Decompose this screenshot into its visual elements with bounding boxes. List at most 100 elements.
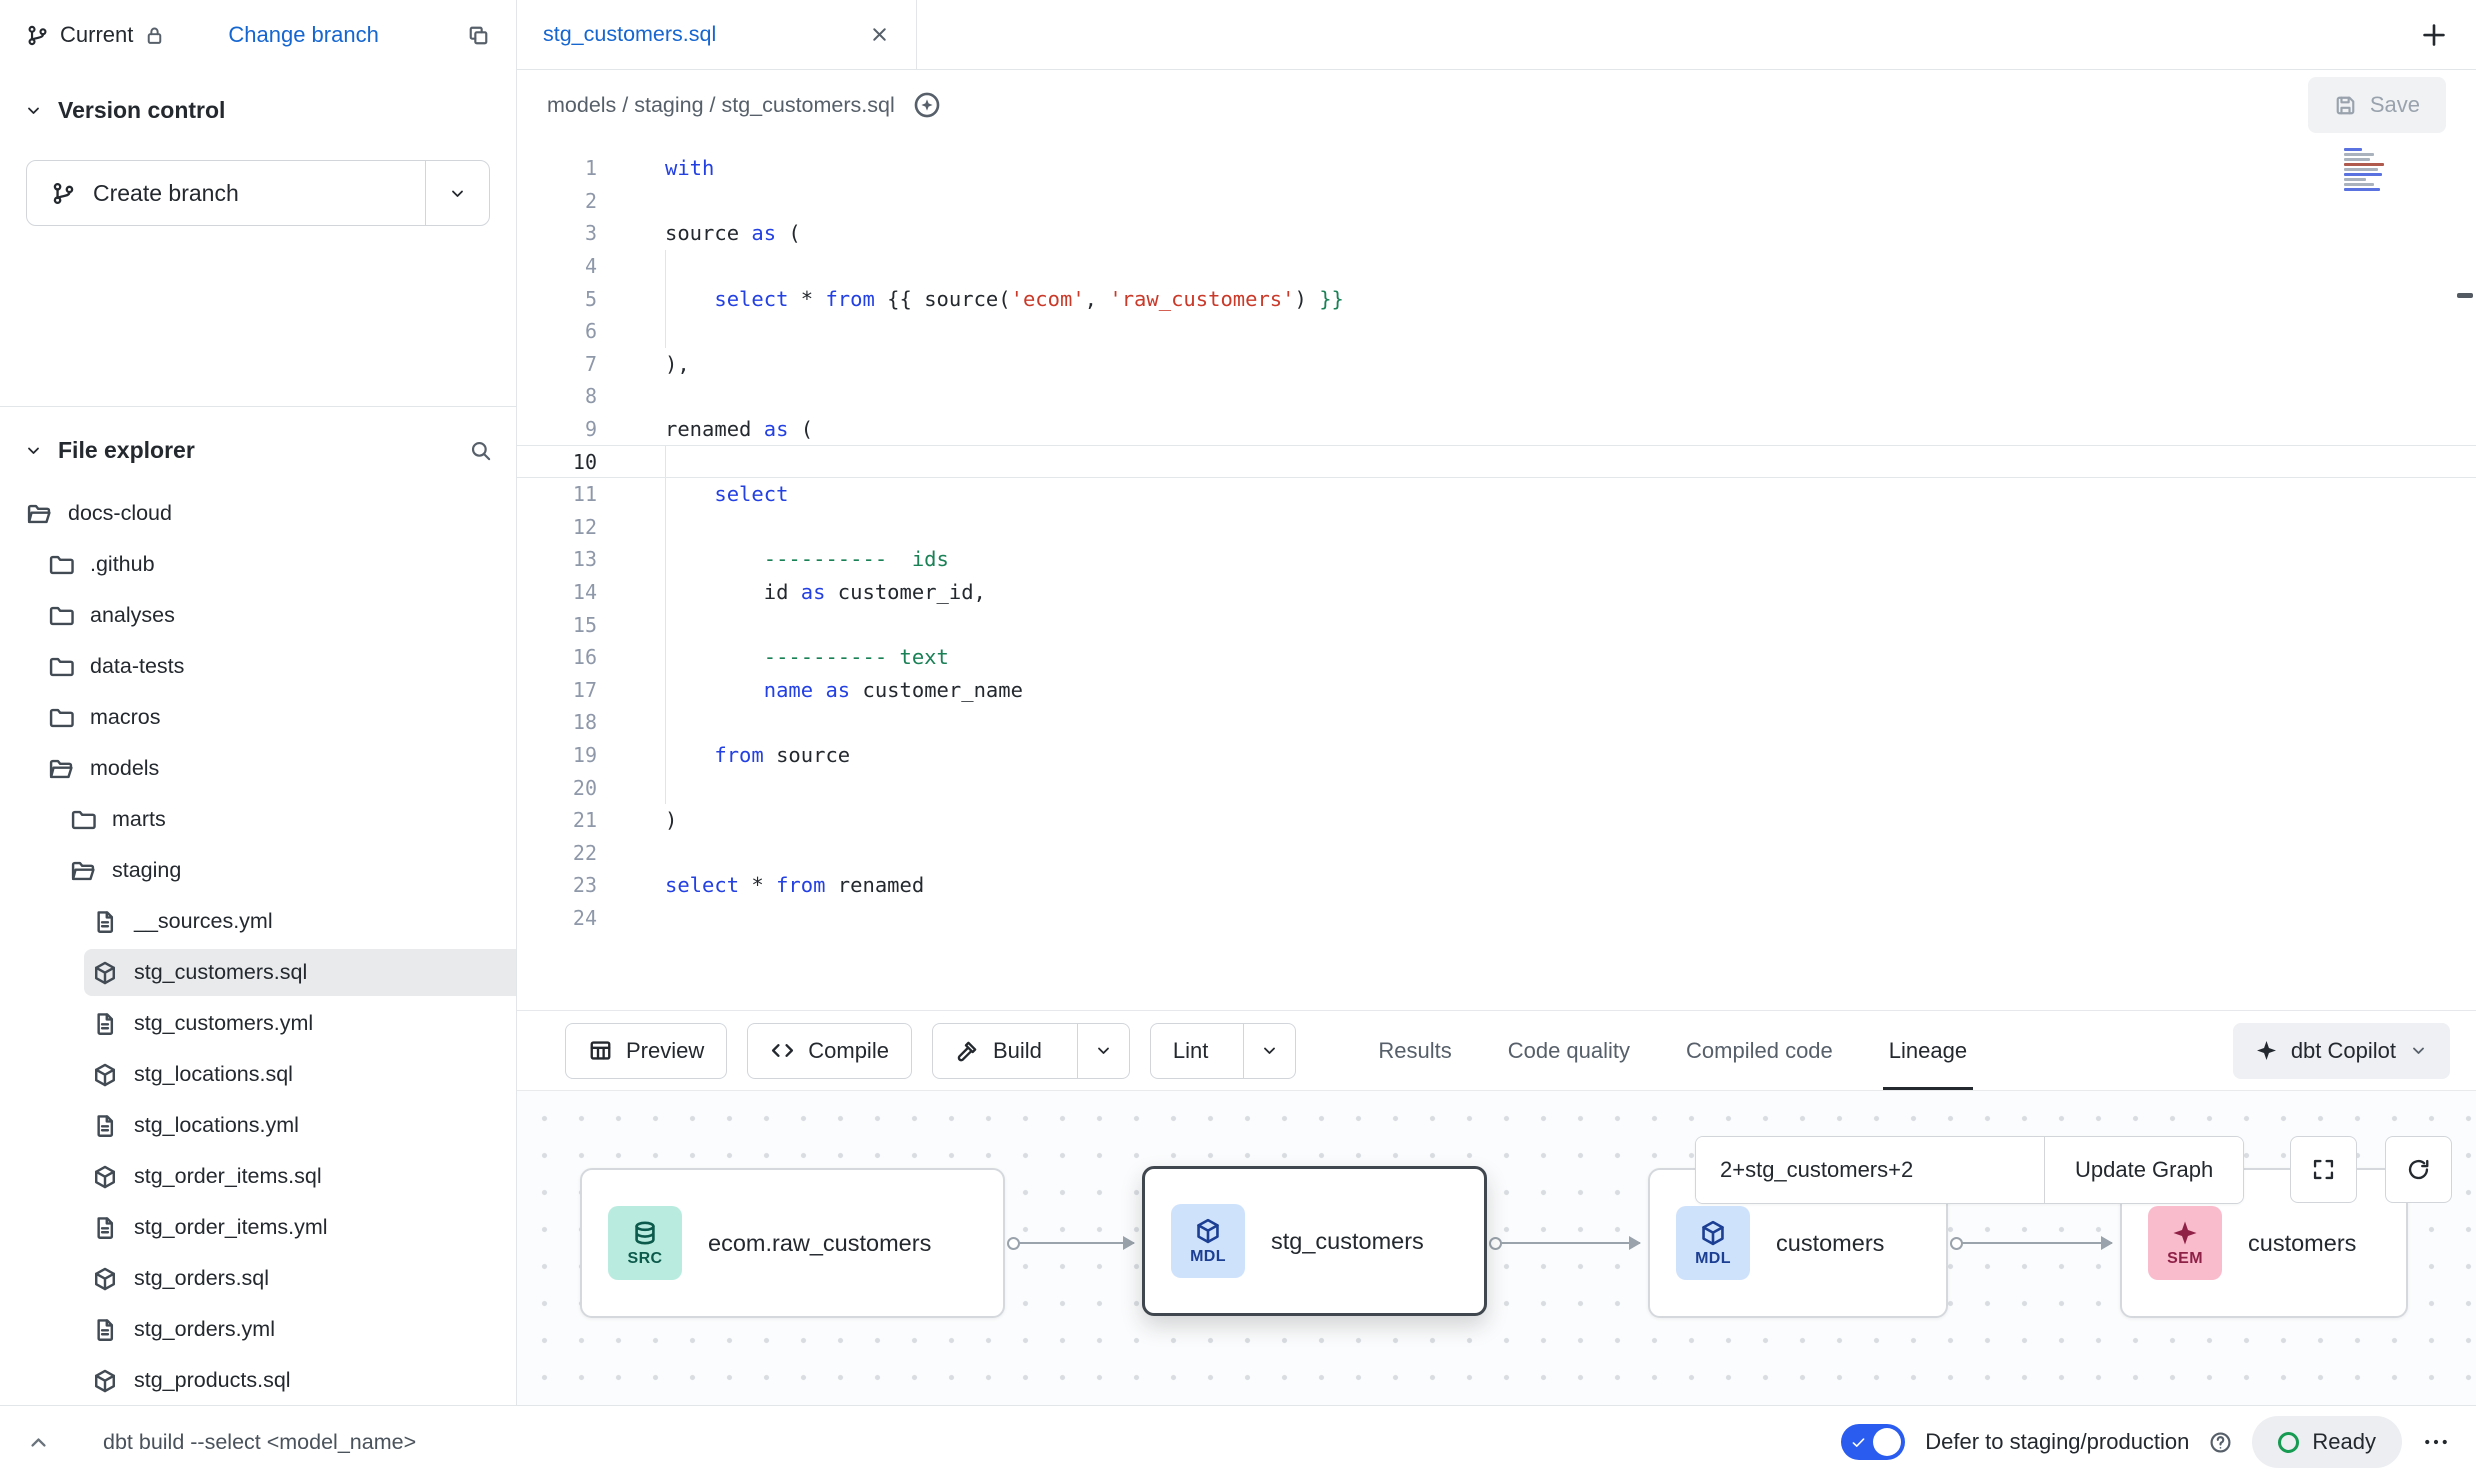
file-tree-item-stg-order-items-yml[interactable]: stg_order_items.yml bbox=[0, 1202, 516, 1253]
compile-label: Compile bbox=[808, 1038, 889, 1064]
code-line-12[interactable]: 12 bbox=[517, 511, 2476, 544]
code-line-8[interactable]: 8 bbox=[517, 380, 2476, 413]
lineage-node-model-stg-customers[interactable]: MDLstg_customers bbox=[1142, 1166, 1487, 1316]
change-branch-link[interactable]: Change branch bbox=[228, 22, 378, 48]
save-icon bbox=[2334, 94, 2357, 117]
build-button[interactable]: Build bbox=[932, 1023, 1130, 1079]
file-tree-item-analyses[interactable]: analyses bbox=[0, 590, 516, 641]
current-branch-label: Current bbox=[60, 22, 133, 48]
file-tree-item-stg-locations-sql[interactable]: stg_locations.sql bbox=[0, 1049, 516, 1100]
code-line-17[interactable]: 17 name as customer_name bbox=[517, 674, 2476, 707]
code-line-23[interactable]: 23select * from renamed bbox=[517, 869, 2476, 902]
file-name: docs-cloud bbox=[68, 501, 172, 526]
file-tree-item-stg-locations-yml[interactable]: stg_locations.yml bbox=[0, 1100, 516, 1151]
lineage-node-source-ecom-raw-customers[interactable]: SRCecom.raw_customers bbox=[580, 1168, 1005, 1318]
file-tree-item-stg-products-sql[interactable]: stg_products.sql bbox=[0, 1355, 516, 1405]
code-line-15[interactable]: 15 bbox=[517, 608, 2476, 641]
line-number: 13 bbox=[517, 547, 621, 571]
search-icon[interactable] bbox=[469, 439, 492, 462]
build-command: dbt build --select <model_name> bbox=[103, 1430, 416, 1455]
folder-open-icon bbox=[48, 756, 74, 782]
new-tab-icon[interactable] bbox=[2420, 21, 2448, 49]
dbt-copilot-button[interactable]: dbt Copilot bbox=[2233, 1023, 2450, 1079]
tab-stg-customers-sql[interactable]: stg_customers.sql bbox=[517, 0, 917, 69]
code-line-13[interactable]: 13 ---------- ids bbox=[517, 543, 2476, 576]
tab-code-quality[interactable]: Code quality bbox=[1480, 1011, 1658, 1090]
code-line-18[interactable]: 18 bbox=[517, 706, 2476, 739]
lint-options-caret[interactable] bbox=[1243, 1024, 1295, 1078]
lint-button[interactable]: Lint bbox=[1150, 1023, 1296, 1079]
file-tree-item-models[interactable]: models bbox=[0, 743, 516, 794]
copilot-badge-icon[interactable] bbox=[913, 91, 941, 119]
file-tree-item-staging[interactable]: staging bbox=[0, 845, 516, 896]
create-branch-caret[interactable] bbox=[425, 161, 489, 225]
code-line-4[interactable]: 4 bbox=[517, 250, 2476, 283]
save-button[interactable]: Save bbox=[2308, 77, 2446, 133]
close-icon[interactable] bbox=[869, 24, 890, 45]
ready-status[interactable]: Ready bbox=[2252, 1416, 2402, 1468]
git-branch-icon bbox=[51, 181, 76, 206]
overflow-menu-icon[interactable] bbox=[2422, 1428, 2450, 1456]
create-branch-button[interactable]: Create branch bbox=[26, 160, 490, 226]
file-name: staging bbox=[112, 858, 181, 883]
node-label: customers bbox=[2248, 1230, 2356, 1257]
tab-lineage[interactable]: Lineage bbox=[1861, 1011, 1995, 1090]
fullscreen-button[interactable] bbox=[2290, 1136, 2357, 1203]
file-tree-item-stg-customers-sql[interactable]: stg_customers.sql bbox=[0, 947, 516, 998]
editor-toolbar: Preview Compile Build bbox=[517, 1010, 2476, 1090]
code-line-1[interactable]: 1with bbox=[517, 152, 2476, 185]
code-editor[interactable]: 1with23source as (45 select * from {{ so… bbox=[517, 140, 2476, 1010]
code-line-21[interactable]: 21) bbox=[517, 804, 2476, 837]
update-graph-button[interactable]: Update Graph bbox=[2044, 1137, 2243, 1203]
line-number: 21 bbox=[517, 808, 621, 832]
build-options-caret[interactable] bbox=[1077, 1024, 1129, 1078]
refresh-button[interactable] bbox=[2385, 1136, 2452, 1203]
code-line-7[interactable]: 7), bbox=[517, 348, 2476, 381]
code-line-6[interactable]: 6 bbox=[517, 315, 2476, 348]
file-tree-item-macros[interactable]: macros bbox=[0, 692, 516, 743]
code-line-5[interactable]: 5 select * from {{ source('ecom', 'raw_c… bbox=[517, 282, 2476, 315]
lock-icon bbox=[144, 25, 165, 46]
hammer-icon bbox=[955, 1038, 980, 1063]
code-line-19[interactable]: 19 from source bbox=[517, 739, 2476, 772]
code-line-24[interactable]: 24 bbox=[517, 902, 2476, 935]
file-tree-item-stg-orders-yml[interactable]: stg_orders.yml bbox=[0, 1304, 516, 1355]
defer-toggle[interactable] bbox=[1841, 1424, 1905, 1460]
code-line-2[interactable]: 2 bbox=[517, 185, 2476, 218]
code-line-20[interactable]: 20 bbox=[517, 771, 2476, 804]
file-tree-item-marts[interactable]: marts bbox=[0, 794, 516, 845]
code-line-10[interactable]: 10 bbox=[517, 445, 2476, 478]
version-control-header[interactable]: Version control bbox=[0, 94, 516, 126]
tab-results[interactable]: Results bbox=[1350, 1011, 1479, 1090]
chevron-up-icon[interactable] bbox=[26, 1430, 51, 1455]
file-tree-item-github[interactable]: .github bbox=[0, 539, 516, 590]
file-tree-item-data-tests[interactable]: data-tests bbox=[0, 641, 516, 692]
code-line-22[interactable]: 22 bbox=[517, 836, 2476, 869]
file-icon bbox=[92, 1215, 118, 1241]
code-line-16[interactable]: 16 ---------- text bbox=[517, 641, 2476, 674]
file-tree-item-stg-customers-yml[interactable]: stg_customers.yml bbox=[0, 998, 516, 1049]
node-badge: SEM bbox=[2167, 1250, 2203, 1268]
file-explorer-header[interactable]: File explorer bbox=[0, 434, 516, 466]
tab-compiled-code[interactable]: Compiled code bbox=[1658, 1011, 1861, 1090]
lineage-selector-input[interactable] bbox=[1696, 1137, 2044, 1203]
create-branch-main[interactable]: Create branch bbox=[27, 161, 425, 225]
build-main[interactable]: Build bbox=[933, 1024, 1064, 1078]
code-line-14[interactable]: 14 id as customer_id, bbox=[517, 576, 2476, 609]
model-icon bbox=[92, 1164, 118, 1190]
spacer bbox=[0, 226, 516, 406]
file-tree-item-docs-cloud[interactable]: docs-cloud bbox=[0, 488, 516, 539]
file-tree-item-stg-orders-sql[interactable]: stg_orders.sql bbox=[0, 1253, 516, 1304]
code-line-11[interactable]: 11 select bbox=[517, 478, 2476, 511]
file-tree-item-stg-order-items-sql[interactable]: stg_order_items.sql bbox=[0, 1151, 516, 1202]
preview-button[interactable]: Preview bbox=[565, 1023, 727, 1079]
scrollbar-thumb[interactable] bbox=[2457, 293, 2473, 298]
copy-icon[interactable] bbox=[467, 24, 490, 47]
code-line-9[interactable]: 9renamed as ( bbox=[517, 413, 2476, 446]
file-tree-item-sources-yml[interactable]: __sources.yml bbox=[0, 896, 516, 947]
compile-button[interactable]: Compile bbox=[747, 1023, 912, 1079]
lint-main[interactable]: Lint bbox=[1151, 1024, 1230, 1078]
copilot-icon bbox=[2255, 1039, 2278, 1062]
code-line-3[interactable]: 3source as ( bbox=[517, 217, 2476, 250]
help-icon[interactable] bbox=[2209, 1431, 2232, 1454]
